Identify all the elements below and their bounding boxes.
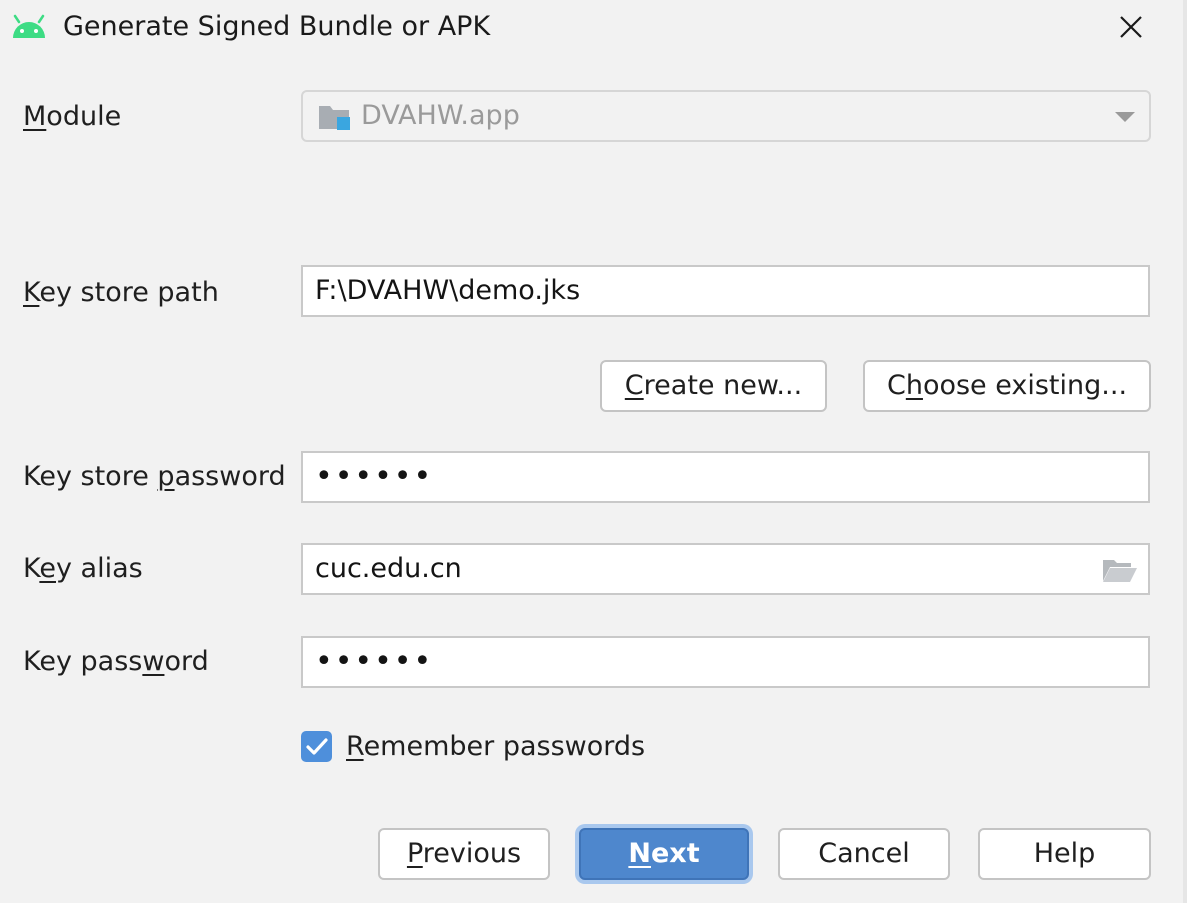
close-button[interactable] [1110, 6, 1152, 48]
remember-passwords-label[interactable]: Remember passwords [346, 730, 645, 764]
key-alias-input[interactable]: cuc.edu.cn [301, 543, 1150, 595]
checkmark-icon [305, 737, 328, 755]
key-store-path-input[interactable]: F:\DVAHW\demo.jks [301, 265, 1150, 317]
module-value: DVAHW.app [361, 100, 520, 131]
close-icon [1120, 16, 1142, 38]
key-alias-label: Key alias [23, 553, 143, 584]
module-folder-icon [319, 106, 350, 130]
create-new-button[interactable]: Create new... [600, 360, 827, 412]
key-store-password-label: Key store password [23, 461, 286, 492]
dialog-title: Generate Signed Bundle or APK [63, 11, 491, 42]
key-password-input[interactable]: •••••• [301, 636, 1150, 688]
cancel-button[interactable]: Cancel [778, 828, 950, 880]
window-edge [1183, 0, 1187, 903]
key-password-label: Key password [23, 646, 209, 677]
chevron-down-icon [1115, 112, 1135, 122]
folder-open-icon[interactable] [1102, 557, 1138, 583]
key-alias-value: cuc.edu.cn [315, 553, 462, 584]
next-button[interactable]: Next [579, 828, 749, 880]
choose-existing-button[interactable]: Choose existing... [863, 360, 1151, 412]
module-select[interactable]: DVAHW.app [301, 90, 1151, 142]
key-store-path-label: Key store path [23, 277, 219, 308]
title-bar: Generate Signed Bundle or APK [0, 0, 1187, 56]
previous-button[interactable]: Previous [378, 828, 550, 880]
help-button[interactable]: Help [978, 828, 1151, 880]
module-label: Module [23, 101, 122, 132]
android-icon [13, 14, 45, 38]
remember-passwords-checkbox[interactable] [301, 731, 332, 762]
key-store-password-input[interactable]: •••••• [301, 451, 1150, 503]
